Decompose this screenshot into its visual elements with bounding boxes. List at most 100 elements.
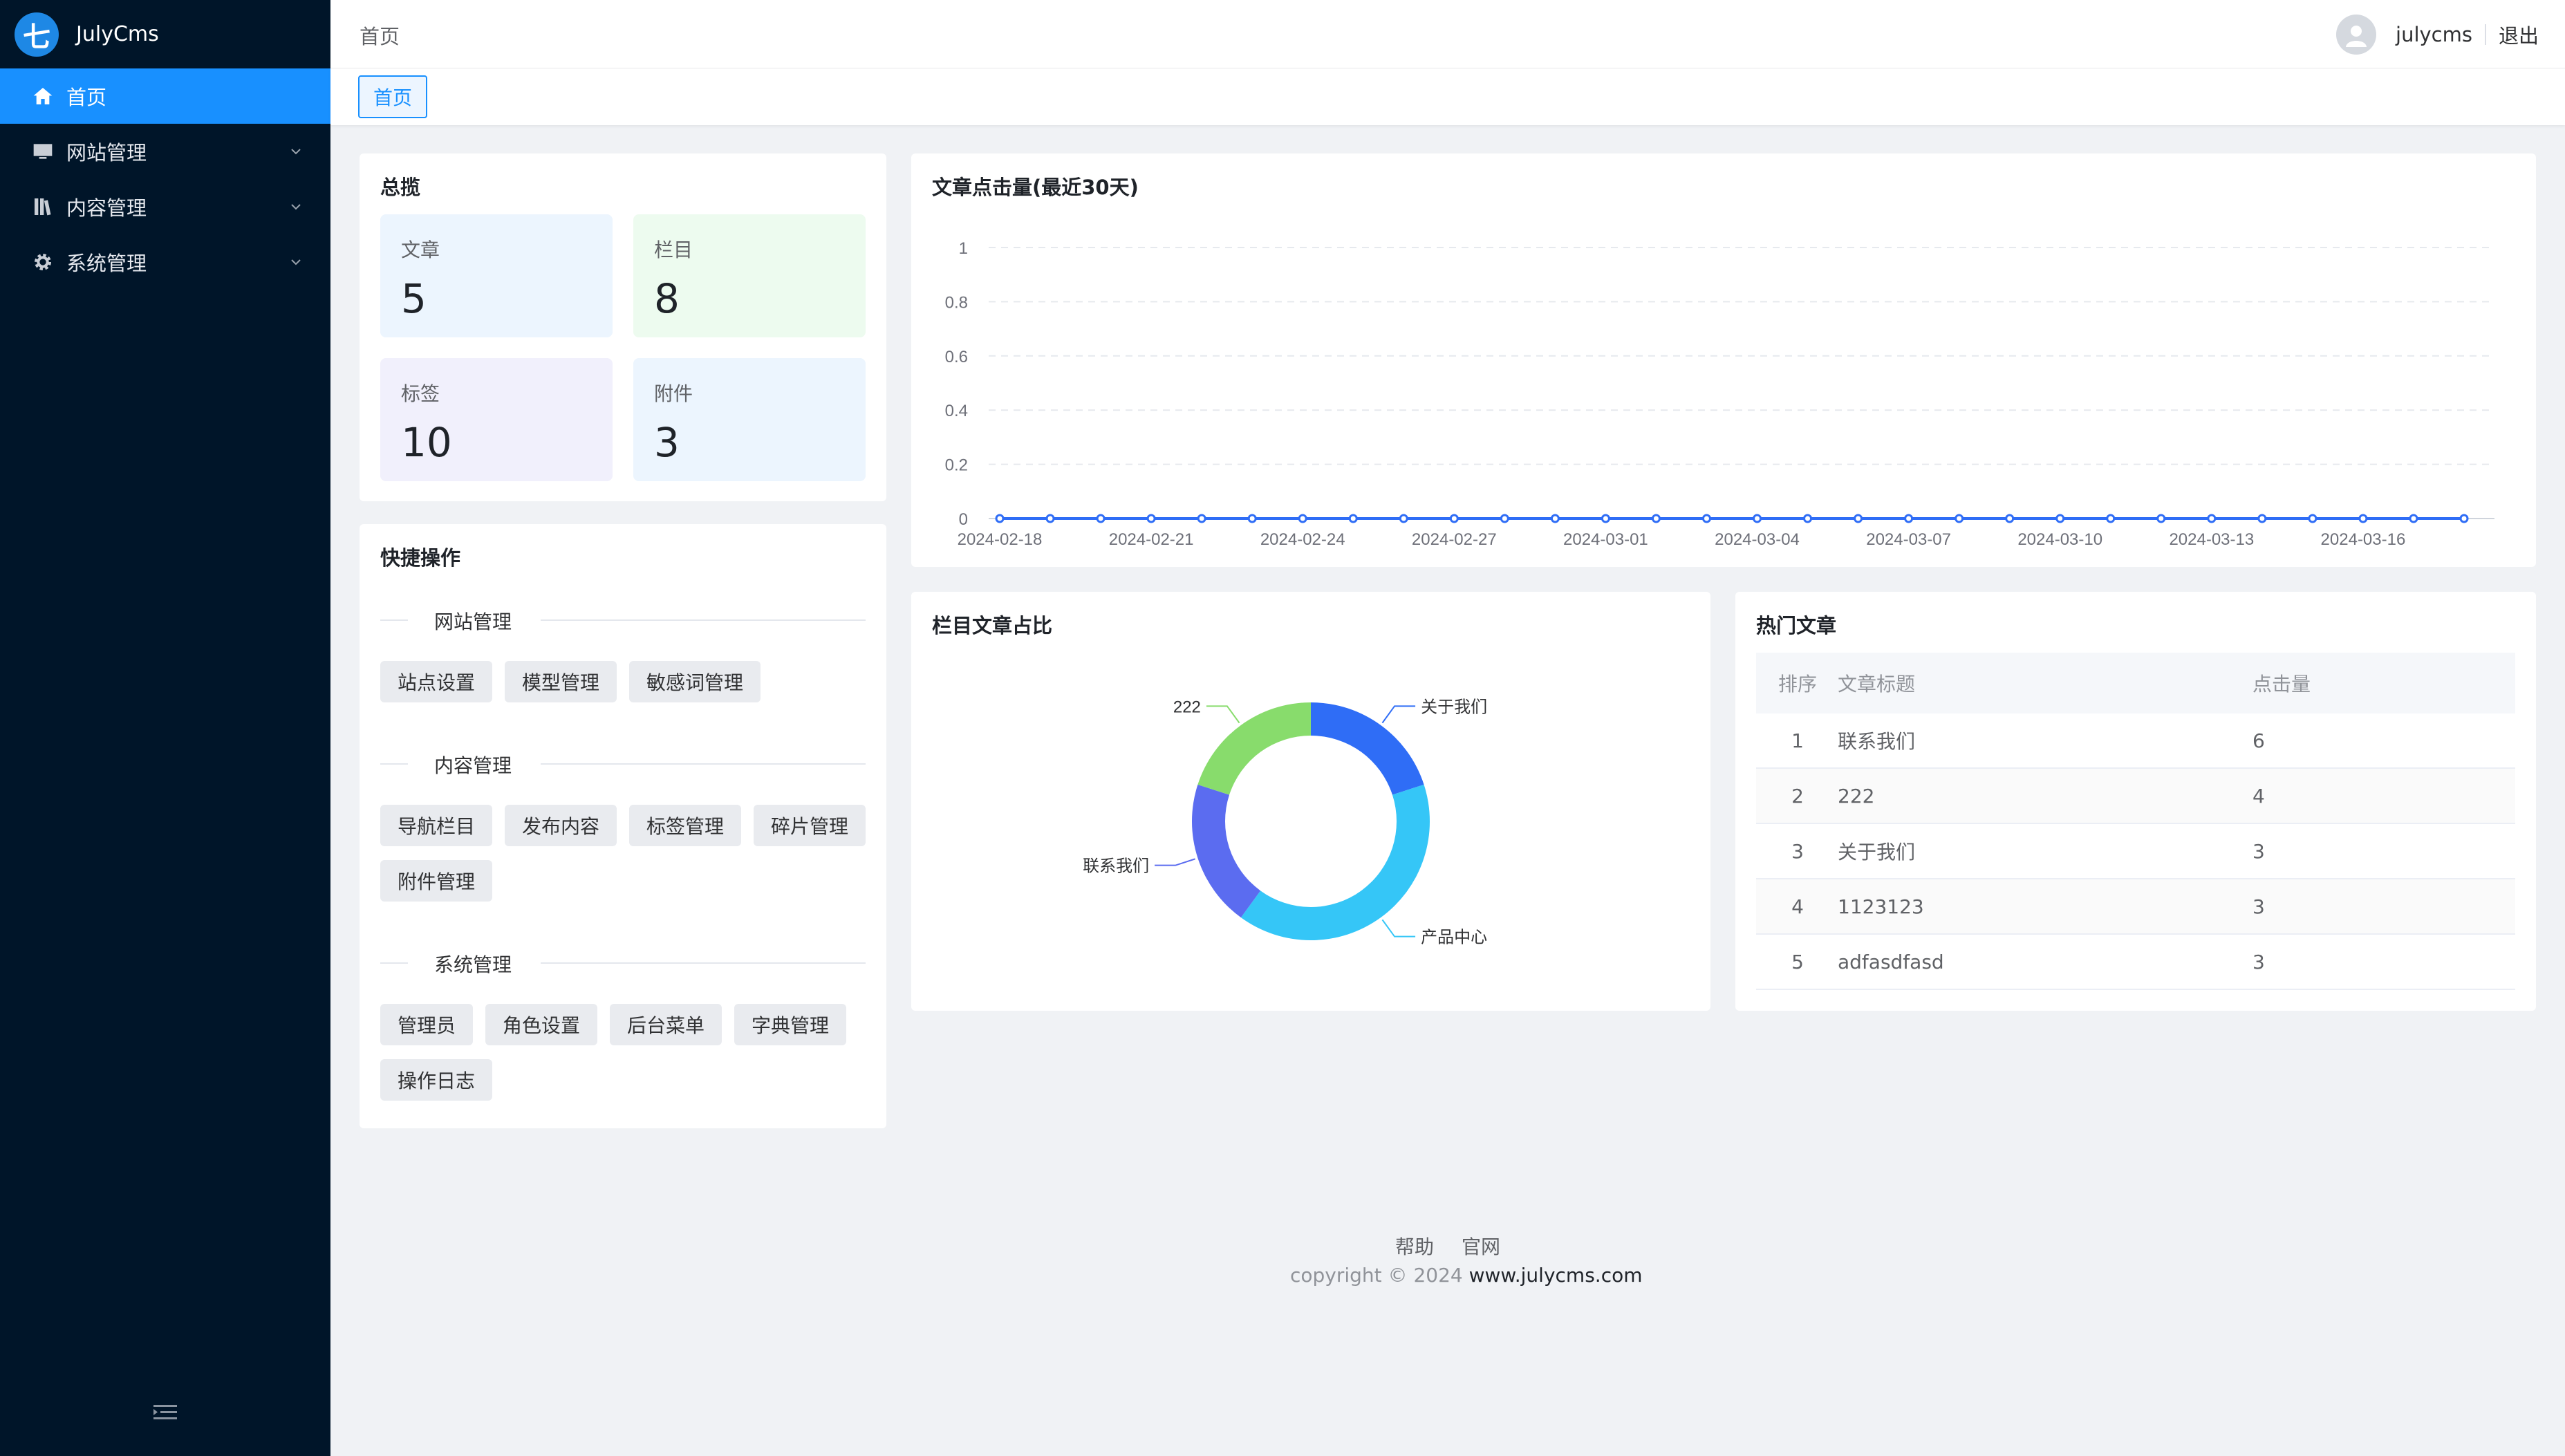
tag-management-button[interactable]: 标签管理 <box>629 805 742 846</box>
publish-content-button[interactable]: 发布内容 <box>505 805 617 846</box>
quick-actions-card: 快捷操作 网站管理 站点设置 模型管理 敏感词管理 内容管理 导航栏目 发布内容… <box>360 524 886 1128</box>
app-name: JulyCms <box>76 22 159 46</box>
chevron-down-icon <box>291 204 301 210</box>
logo-icon: 七 <box>15 12 59 57</box>
admins-button[interactable]: 管理员 <box>380 1004 474 1045</box>
x-tick-label: 2024-02-27 <box>1412 530 1497 549</box>
section-title: 网站管理 <box>434 610 512 633</box>
y-tick-label: 0 <box>959 510 968 529</box>
data-point <box>1197 514 1206 523</box>
monitor-icon <box>32 140 54 162</box>
fragment-management-button[interactable]: 碎片管理 <box>754 805 866 846</box>
row-rank: 5 <box>1791 950 1804 973</box>
data-point <box>1146 514 1156 523</box>
x-tick-label: 2024-03-04 <box>1715 530 1800 549</box>
x-tick-label: 2024-03-13 <box>2169 530 2254 549</box>
row-clicks: 3 <box>2252 839 2265 863</box>
y-tick-label: 0.2 <box>945 456 968 475</box>
data-point <box>1803 514 1813 523</box>
data-point <box>1701 514 1711 523</box>
stat-label: 文章 <box>401 239 440 261</box>
site-settings-button[interactable]: 站点设置 <box>380 661 493 702</box>
y-tick-label: 1 <box>959 239 968 258</box>
operation-log-button[interactable]: 操作日志 <box>380 1059 493 1101</box>
attachment-management-button[interactable]: 附件管理 <box>380 860 493 902</box>
section-content-management: 内容管理 <box>380 749 866 777</box>
nav-columns-button[interactable]: 导航栏目 <box>380 805 493 846</box>
official-site-link[interactable]: 官网 <box>1462 1235 1500 1258</box>
clicks-line-chart[interactable]: 0 0.2 0.4 0.6 0.8 1 2024-02-18 2024-02-21 2024-0… <box>911 153 2536 567</box>
table-row[interactable]: 3 关于我们 3 <box>1756 824 2515 879</box>
table-row[interactable]: 1 联系我们 6 <box>1756 713 2515 769</box>
backend-menu-button[interactable]: 后台菜单 <box>610 1004 722 1045</box>
row-rank: 2 <box>1791 784 1804 808</box>
site-link[interactable]: www.julycms.com <box>1469 1264 1643 1287</box>
label-leader <box>1381 705 1416 724</box>
sidebar-item-home[interactable]: 首页 <box>0 68 330 124</box>
clicks-chart-card: 文章点击量(最近30天) 0 0.2 0.4 0.6 0.8 1 2024-02-18 202… <box>911 153 2536 567</box>
data-point <box>2257 514 2267 523</box>
collapse-menu-icon[interactable] <box>153 1402 177 1423</box>
sensitive-words-button[interactable]: 敏感词管理 <box>629 661 761 702</box>
app-logo[interactable]: 七 JulyCms <box>0 0 330 68</box>
row-clicks: 3 <box>2252 950 2265 973</box>
column-rank: 排序 <box>1778 673 1817 696</box>
row-title: adfasdfasd <box>1838 950 1944 973</box>
username[interactable]: julycms <box>2396 23 2472 46</box>
help-link[interactable]: 帮助 <box>1395 1235 1434 1258</box>
books-icon <box>32 196 54 218</box>
copyright: copyright © 2024 www.julycms.com <box>1290 1264 1643 1287</box>
tab-home[interactable]: 首页 <box>358 75 427 118</box>
y-tick-label: 0.6 <box>945 348 968 366</box>
y-tick-label: 0.4 <box>945 402 968 420</box>
category-donut-chart[interactable]: 关于我们产品中心 联系我们 222 <box>911 592 1710 1011</box>
stat-label: 标签 <box>401 382 440 405</box>
avatar[interactable] <box>2336 15 2377 55</box>
sidebar-item-label: 内容管理 <box>66 196 147 220</box>
label-leader <box>1206 705 1240 724</box>
data-point <box>2409 514 2418 523</box>
label-leader <box>1155 858 1195 866</box>
data-point <box>1045 514 1055 523</box>
dictionary-management-button[interactable]: 字典管理 <box>734 1004 847 1045</box>
table-row[interactable]: 2 222 4 <box>1756 769 2515 824</box>
row-rank: 4 <box>1791 895 1804 918</box>
column-clicks: 点击量 <box>2252 673 2311 696</box>
data-point <box>995 514 1005 523</box>
data-point <box>1904 514 1914 523</box>
row-rank: 3 <box>1791 839 1804 863</box>
breadcrumb[interactable]: 首页 <box>360 21 400 50</box>
role-settings-button[interactable]: 角色设置 <box>485 1004 598 1045</box>
stat-value: 10 <box>401 419 452 466</box>
table-row[interactable]: 5 adfasdfasd 3 <box>1756 935 2515 990</box>
row-title: 1123123 <box>1838 895 1924 918</box>
table-row[interactable]: 4 1123123 3 <box>1756 879 2515 935</box>
data-point <box>2459 514 2469 523</box>
pie-slice <box>1192 784 1261 918</box>
hot-articles-title: 热门文章 <box>1756 614 1837 637</box>
data-point <box>1096 514 1106 523</box>
data-point <box>1753 514 1762 523</box>
slice-label: 产品中心 <box>1421 928 1487 947</box>
data-point <box>2207 514 2217 523</box>
model-management-button[interactable]: 模型管理 <box>505 661 617 702</box>
sidebar-item-content-management[interactable]: 内容管理 <box>0 179 330 234</box>
logout-button[interactable]: 退出 <box>2499 20 2539 49</box>
stat-value: 8 <box>654 275 680 322</box>
sidebar-item-site-management[interactable]: 网站管理 <box>0 124 330 179</box>
x-tick-label: 2024-03-07 <box>1866 530 1951 549</box>
pie-slice <box>1240 784 1430 940</box>
x-tick-label: 2024-02-21 <box>1109 530 1194 549</box>
hot-articles-table: 排序 文章标题 点击量 1 联系我们 6 2 222 4 3 关于我们 3 4 … <box>1756 653 2515 990</box>
y-tick-label: 0.8 <box>945 293 968 312</box>
sidebar-item-system-management[interactable]: 系统管理 <box>0 234 330 290</box>
overview-card: 总揽 文章 5 栏目 8 标签 10 附件 3 <box>360 153 886 501</box>
stat-attachments[interactable]: 附件 3 <box>633 358 866 481</box>
hot-articles-card: 热门文章 排序 文章标题 点击量 1 联系我们 6 2 222 4 3 关于我们… <box>1735 592 2536 1011</box>
stat-tags[interactable]: 标签 10 <box>380 358 613 481</box>
data-point <box>1298 514 1307 523</box>
stat-columns[interactable]: 栏目 8 <box>633 214 866 337</box>
row-clicks: 3 <box>2252 895 2265 918</box>
stat-articles[interactable]: 文章 5 <box>380 214 613 337</box>
section-site-management: 网站管理 <box>380 606 866 633</box>
